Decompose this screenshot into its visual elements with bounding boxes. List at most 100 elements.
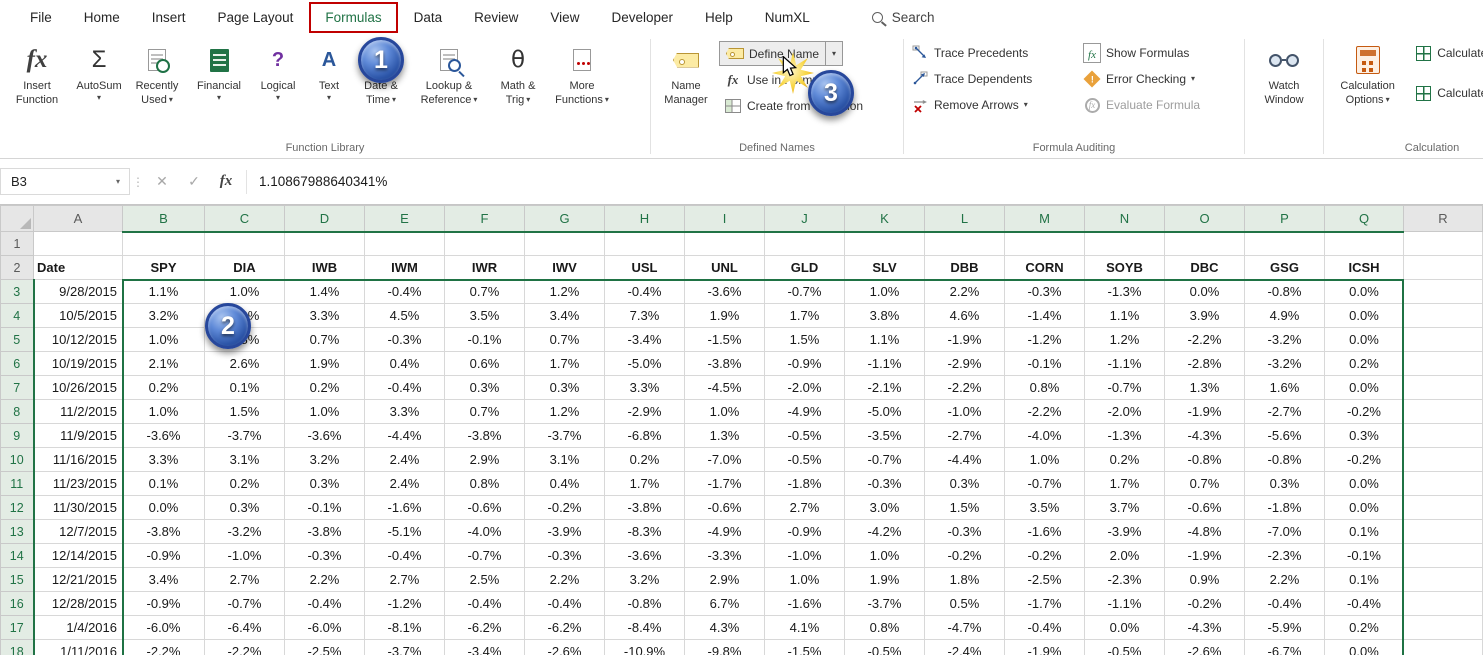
cell-L14[interactable]: -0.2% — [925, 544, 1005, 568]
cell-A8[interactable]: 11/2/2015 — [34, 400, 123, 424]
cell-M17[interactable]: -0.4% — [1005, 616, 1085, 640]
cell-G15[interactable]: 2.2% — [525, 568, 605, 592]
cell-I4[interactable]: 1.9% — [685, 304, 765, 328]
cell-I15[interactable]: 2.9% — [685, 568, 765, 592]
cell-N18[interactable]: -0.5% — [1085, 640, 1165, 655]
cell-C15[interactable]: 2.7% — [205, 568, 285, 592]
cancel-icon[interactable]: ✕ — [146, 173, 178, 190]
cell-E2[interactable]: IWM — [365, 256, 445, 280]
row-header-18[interactable]: 18 — [1, 640, 34, 655]
cell-B18[interactable]: -2.2% — [123, 640, 205, 655]
show-formulas-button[interactable]: fx Show Formulas — [1078, 40, 1238, 66]
column-header-K[interactable]: K — [845, 206, 925, 232]
cell-R7[interactable] — [1404, 376, 1483, 400]
error-checking-button[interactable]: ! Error Checking ▾ — [1078, 66, 1238, 92]
cell-O3[interactable]: 0.0% — [1165, 280, 1245, 304]
cell-A2[interactable]: Date — [34, 256, 123, 280]
cell-K13[interactable]: -4.2% — [845, 520, 925, 544]
cell-F9[interactable]: -3.8% — [445, 424, 525, 448]
lookup-reference-button[interactable]: Lookup & Reference▾ — [410, 36, 488, 136]
cell-N8[interactable]: -2.0% — [1085, 400, 1165, 424]
cell-D14[interactable]: -0.3% — [285, 544, 365, 568]
cell-I17[interactable]: 4.3% — [685, 616, 765, 640]
remove-arrows-button[interactable]: Remove Arrows ▾ — [906, 92, 1078, 118]
cell-P14[interactable]: -2.3% — [1245, 544, 1325, 568]
cell-B2[interactable]: SPY — [123, 256, 205, 280]
column-header-C[interactable]: C — [205, 206, 285, 232]
cell-E15[interactable]: 2.7% — [365, 568, 445, 592]
cell-R10[interactable] — [1404, 448, 1483, 472]
cell-F1[interactable] — [445, 232, 525, 256]
cell-M14[interactable]: -0.2% — [1005, 544, 1085, 568]
cell-H8[interactable]: -2.9% — [605, 400, 685, 424]
cell-L7[interactable]: -2.2% — [925, 376, 1005, 400]
cell-A17[interactable]: 1/4/2016 — [34, 616, 123, 640]
cell-K8[interactable]: -5.0% — [845, 400, 925, 424]
cell-J5[interactable]: 1.5% — [765, 328, 845, 352]
cell-P10[interactable]: -0.8% — [1245, 448, 1325, 472]
cell-K18[interactable]: -0.5% — [845, 640, 925, 655]
tab-view[interactable]: View — [534, 2, 595, 33]
cell-I16[interactable]: 6.7% — [685, 592, 765, 616]
cell-L10[interactable]: -4.4% — [925, 448, 1005, 472]
cell-J14[interactable]: -1.0% — [765, 544, 845, 568]
cell-R18[interactable] — [1404, 640, 1483, 655]
cell-H2[interactable]: USL — [605, 256, 685, 280]
cell-N1[interactable] — [1085, 232, 1165, 256]
cell-A6[interactable]: 10/19/2015 — [34, 352, 123, 376]
cell-E9[interactable]: -4.4% — [365, 424, 445, 448]
cell-C10[interactable]: 3.1% — [205, 448, 285, 472]
cell-P15[interactable]: 2.2% — [1245, 568, 1325, 592]
row-header-1[interactable]: 1 — [1, 232, 34, 256]
tab-help[interactable]: Help — [689, 2, 749, 33]
cell-R3[interactable] — [1404, 280, 1483, 304]
cell-J4[interactable]: 1.7% — [765, 304, 845, 328]
more-functions-button[interactable]: More Functions▾ — [548, 36, 616, 136]
column-header-J[interactable]: J — [765, 206, 845, 232]
column-header-H[interactable]: H — [605, 206, 685, 232]
cell-L18[interactable]: -2.4% — [925, 640, 1005, 655]
cell-K10[interactable]: -0.7% — [845, 448, 925, 472]
trace-dependents-button[interactable]: Trace Dependents — [906, 66, 1078, 92]
cell-J7[interactable]: -2.0% — [765, 376, 845, 400]
cell-J16[interactable]: -1.6% — [765, 592, 845, 616]
cell-K9[interactable]: -3.5% — [845, 424, 925, 448]
cell-G5[interactable]: 0.7% — [525, 328, 605, 352]
cell-F2[interactable]: IWR — [445, 256, 525, 280]
cell-P2[interactable]: GSG — [1245, 256, 1325, 280]
cell-M12[interactable]: 3.5% — [1005, 496, 1085, 520]
column-header-M[interactable]: M — [1005, 206, 1085, 232]
cell-J2[interactable]: GLD — [765, 256, 845, 280]
define-name-dropdown[interactable]: ▾ — [826, 41, 843, 66]
evaluate-formula-button[interactable]: fx Evaluate Formula — [1078, 92, 1238, 118]
cell-O17[interactable]: -4.3% — [1165, 616, 1245, 640]
name-manager-button[interactable]: Name Manager — [653, 36, 719, 136]
cell-Q17[interactable]: 0.2% — [1325, 616, 1404, 640]
cell-O14[interactable]: -1.9% — [1165, 544, 1245, 568]
cell-G14[interactable]: -0.3% — [525, 544, 605, 568]
cell-P6[interactable]: -3.2% — [1245, 352, 1325, 376]
cell-Q12[interactable]: 0.0% — [1325, 496, 1404, 520]
cell-B1[interactable] — [123, 232, 205, 256]
name-box[interactable]: B3 ▾ — [0, 168, 130, 195]
cell-O18[interactable]: -2.6% — [1165, 640, 1245, 655]
cell-F14[interactable]: -0.7% — [445, 544, 525, 568]
cell-M7[interactable]: 0.8% — [1005, 376, 1085, 400]
cell-B8[interactable]: 1.0% — [123, 400, 205, 424]
cell-A9[interactable]: 11/9/2015 — [34, 424, 123, 448]
cell-E13[interactable]: -5.1% — [365, 520, 445, 544]
cell-A7[interactable]: 10/26/2015 — [34, 376, 123, 400]
cell-M1[interactable] — [1005, 232, 1085, 256]
cell-A10[interactable]: 11/16/2015 — [34, 448, 123, 472]
row-header-3[interactable]: 3 — [1, 280, 34, 304]
column-header-A[interactable]: A — [34, 206, 123, 232]
cell-A14[interactable]: 12/14/2015 — [34, 544, 123, 568]
cell-A3[interactable]: 9/28/2015 — [34, 280, 123, 304]
cell-E17[interactable]: -8.1% — [365, 616, 445, 640]
cell-A11[interactable]: 11/23/2015 — [34, 472, 123, 496]
cell-E14[interactable]: -0.4% — [365, 544, 445, 568]
cell-D17[interactable]: -6.0% — [285, 616, 365, 640]
cell-G1[interactable] — [525, 232, 605, 256]
cell-I3[interactable]: -3.6% — [685, 280, 765, 304]
cell-J15[interactable]: 1.0% — [765, 568, 845, 592]
